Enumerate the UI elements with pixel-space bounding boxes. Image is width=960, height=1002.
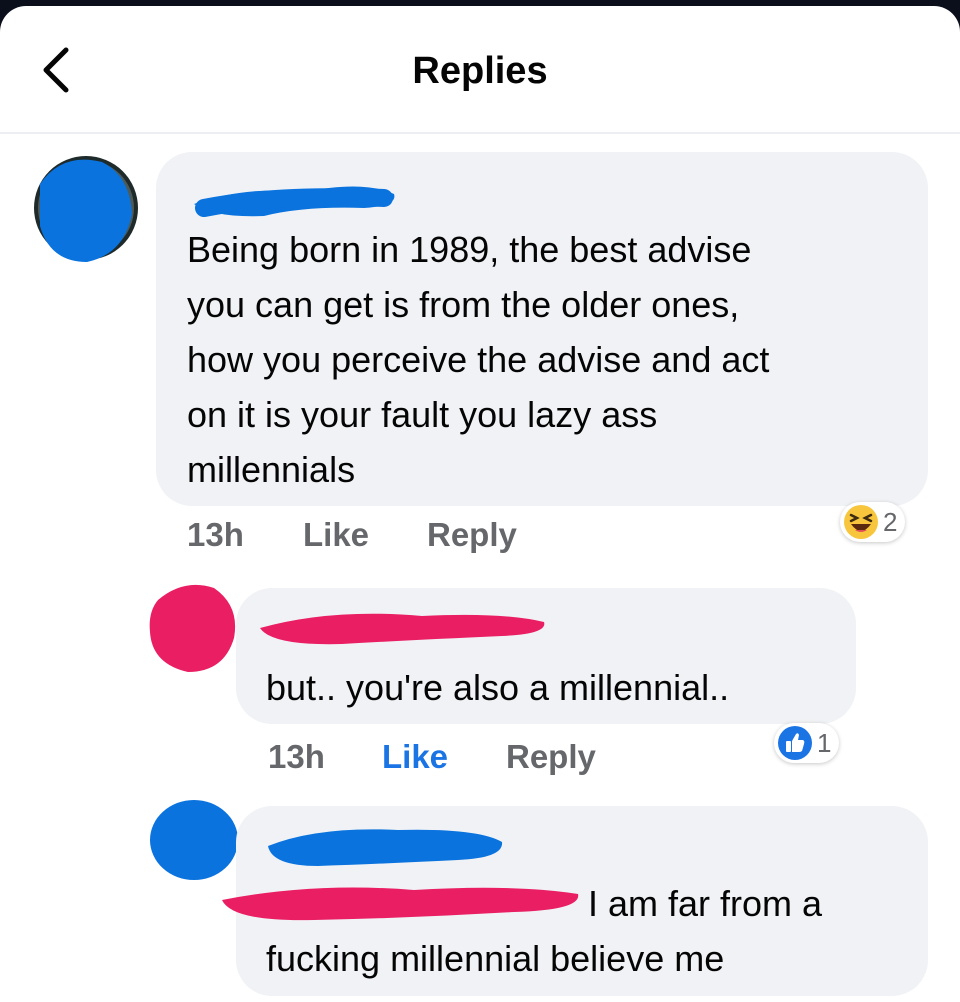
replies-screen: Replies Being born in 1989, the best adv… <box>0 6 960 1002</box>
avatar-redacted[interactable] <box>32 154 140 262</box>
reply-button[interactable]: Reply <box>506 738 596 776</box>
comment-text: Being born in 1989, the best advise you … <box>187 229 770 490</box>
thumbs-up-icon <box>778 726 812 760</box>
reaction-count: 1 <box>817 727 832 758</box>
reaction-summary[interactable]: 1 <box>774 723 840 763</box>
comment-actions: 13h Like Reply <box>187 516 587 556</box>
comment-text-line: fucking millennial believe me <box>266 938 725 979</box>
laughing-emoji-icon <box>844 505 878 539</box>
author-name-redacted[interactable] <box>184 166 404 226</box>
page-title: Replies <box>412 50 548 92</box>
author-name-redacted[interactable] <box>258 814 508 874</box>
like-button[interactable]: Like <box>303 516 369 554</box>
like-button-active[interactable]: Like <box>382 738 448 776</box>
reply-button[interactable]: Reply <box>427 516 517 554</box>
mention-redacted <box>222 887 579 921</box>
header-bar: Replies <box>0 6 960 134</box>
avatar-redacted[interactable] <box>144 578 240 674</box>
timestamp: 13h <box>268 738 325 775</box>
timestamp: 13h <box>187 516 244 553</box>
reaction-summary[interactable]: 2 <box>840 502 906 542</box>
comment-text: but.. you're also a millennial.. <box>266 667 730 708</box>
comment-actions: 13h Like Reply <box>268 738 668 778</box>
author-name-redacted[interactable] <box>252 600 552 650</box>
avatar-redacted[interactable] <box>148 796 238 880</box>
reaction-count: 2 <box>883 506 898 537</box>
